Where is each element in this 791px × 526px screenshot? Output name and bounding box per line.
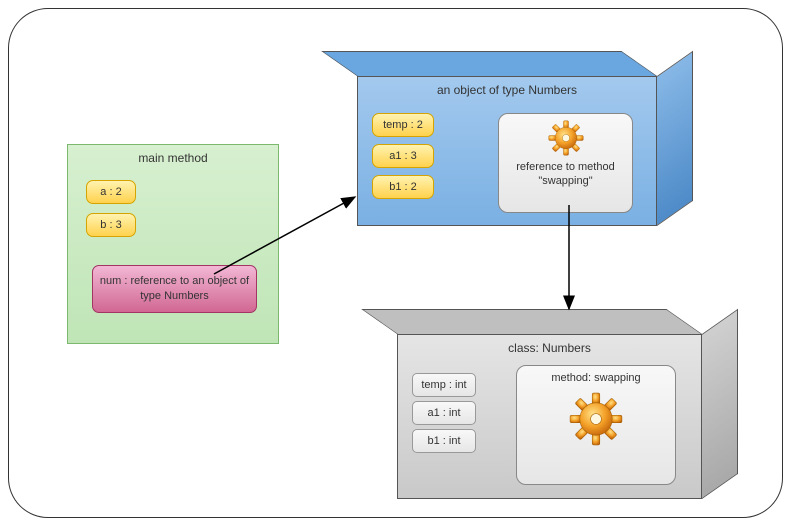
class-b1: b1 : int (412, 429, 476, 453)
main-method-box: main method a : 2 b : 3 num : reference … (67, 144, 279, 344)
class-title: class: Numbers (398, 335, 701, 361)
var-a: a : 2 (86, 180, 136, 204)
obj-temp: temp : 2 (372, 113, 434, 137)
class-method-box: method: swapping (516, 365, 676, 485)
class-cube-front: class: Numbers temp : int a1 : int b1 : … (397, 334, 702, 499)
diagram-frame: main method a : 2 b : 3 num : reference … (8, 8, 783, 518)
gear-icon (517, 392, 675, 446)
var-b: b : 3 (86, 213, 136, 237)
class-method-label: method: swapping (517, 372, 675, 384)
class-cube: class: Numbers temp : int a1 : int b1 : … (397, 309, 702, 499)
obj-a1: a1 : 3 (372, 144, 434, 168)
obj-method-ref-label: reference to method "swapping" (499, 160, 632, 189)
obj-b1: b1 : 2 (372, 175, 434, 199)
obj-method-ref-box: reference to method "swapping" (498, 113, 633, 213)
object-cube: an object of type Numbers temp : 2 a1 : … (357, 51, 657, 226)
class-temp: temp : int (412, 373, 476, 397)
object-cube-side (657, 51, 693, 226)
object-cube-front: an object of type Numbers temp : 2 a1 : … (357, 76, 657, 226)
class-cube-side (702, 309, 738, 499)
gear-icon (499, 120, 632, 156)
class-a1: a1 : int (412, 401, 476, 425)
object-title: an object of type Numbers (358, 77, 656, 103)
main-method-title: main method (68, 145, 278, 171)
var-num: num : reference to an object of type Num… (92, 265, 257, 313)
